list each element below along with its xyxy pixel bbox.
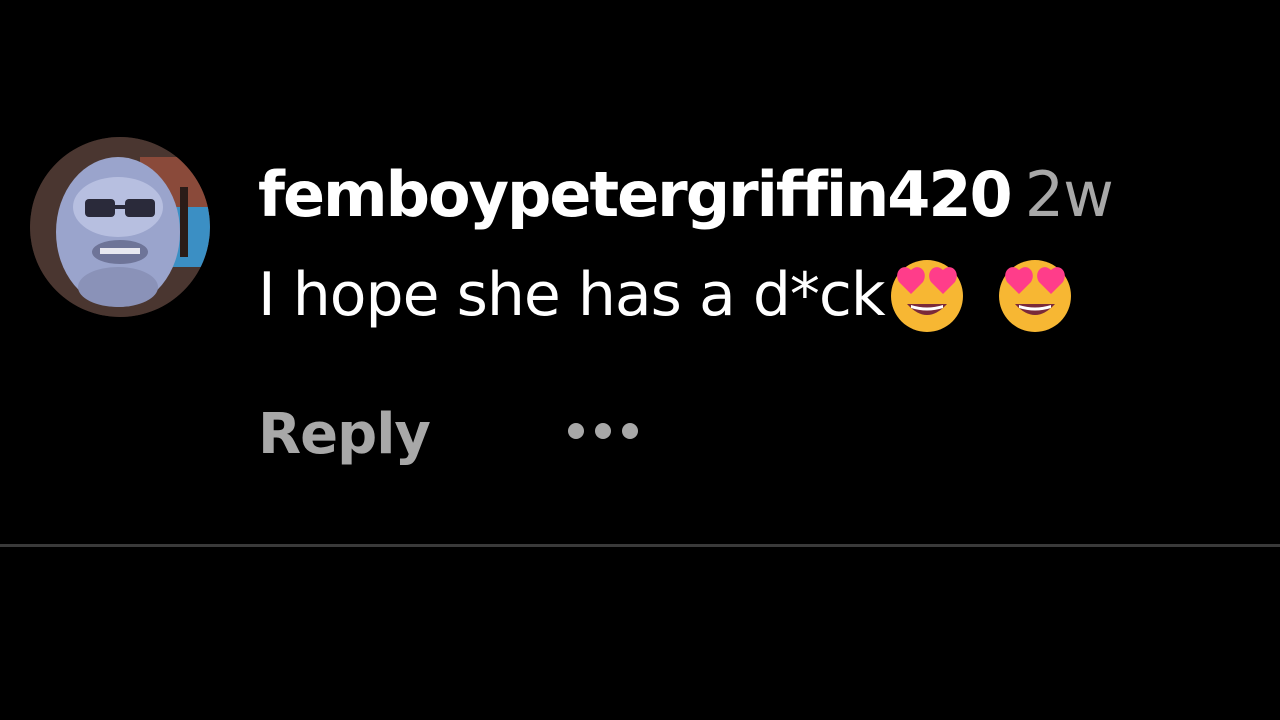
timestamp: 2w [1024, 158, 1114, 231]
avatar[interactable] [30, 137, 210, 317]
emoji-group [885, 245, 1077, 335]
comment-text: I hope she has a d*ck [258, 260, 886, 330]
dot [568, 423, 584, 439]
smiling-face-with-heart-eyes-icon [890, 259, 963, 332]
comment-body: I hope she has a d*ck [258, 250, 1077, 344]
username-link[interactable]: femboypetergriffin420 [258, 158, 1013, 231]
comment-header: femboypetergriffin420 2w [258, 150, 1114, 240]
dot [595, 423, 611, 439]
more-options-icon[interactable] [560, 405, 660, 455]
divider [0, 544, 1280, 547]
dot [622, 423, 638, 439]
smiling-face-with-heart-eyes-icon [998, 259, 1071, 332]
reply-button[interactable]: Reply [258, 395, 431, 475]
avatar-image [30, 137, 210, 317]
comment-item: femboypetergriffin420 2w I hope she has a… [0, 0, 1280, 720]
